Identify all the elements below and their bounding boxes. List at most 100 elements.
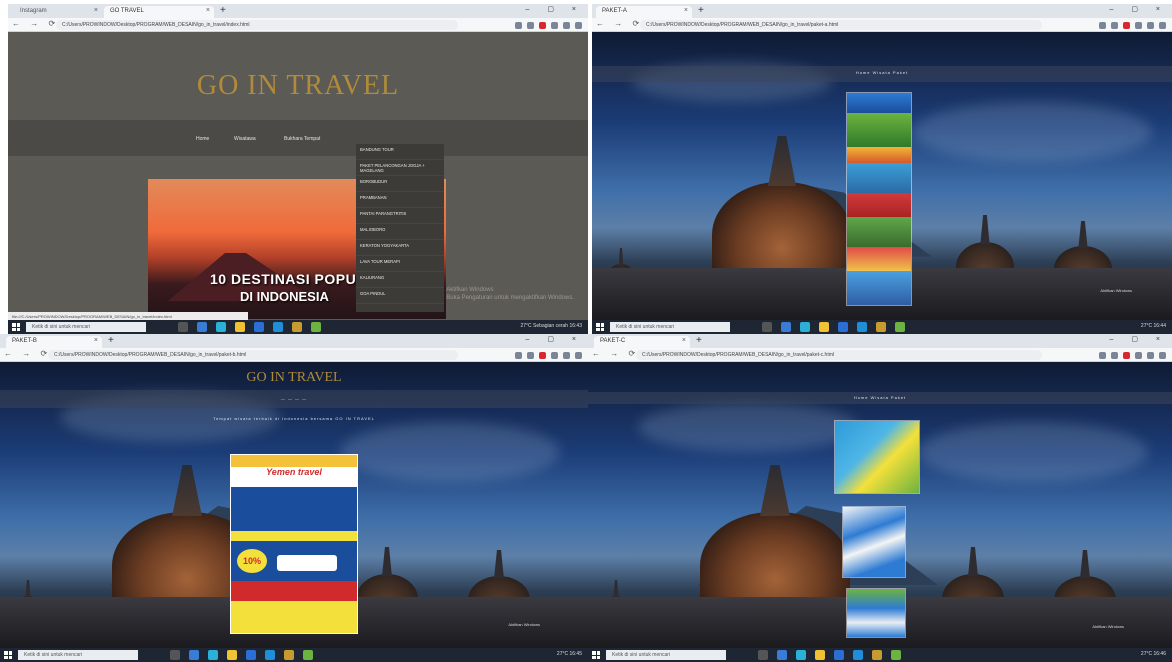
tour-package-poster — [846, 92, 912, 306]
tab-go-travel[interactable]: GO TRAVEL × — [104, 6, 214, 18]
webpage: Home Wisata Paket Aktifkan Windows — [588, 362, 1172, 648]
browser-window-home: Instagram × GO TRAVEL × + – ▢ × ← → ⟳ C:/U… — [8, 4, 588, 334]
tour-package-poster — [834, 420, 920, 494]
taskbar-apps[interactable] — [178, 322, 321, 332]
taskbar-search[interactable]: Ketik di sini untuk mencari — [18, 650, 138, 660]
browser-window-paket-b: PAKET-B × + – ▢ × ← → ⟳ C:/Users/PROWINDO… — [0, 334, 588, 662]
nav-buttons[interactable]: ← → ⟳ — [592, 349, 639, 358]
windows-start-icon[interactable] — [12, 323, 20, 331]
extension-icons[interactable] — [515, 20, 582, 30]
site-nav[interactable]: — — — — — [0, 396, 588, 401]
poster-discount: 10% — [237, 549, 267, 573]
watermark-line: Buka Pengaturan untuk mengaktifkan Windo… — [446, 295, 574, 301]
activation-watermark: Aktifkan Windows — [1092, 624, 1124, 629]
window-controls[interactable]: – ▢ × — [1110, 5, 1168, 13]
url-field[interactable]: C:/Users/PROWINDOW/Desktop/PROGRAM/WEB_D… — [640, 20, 1042, 30]
tab-strip: PAKET-C × + – ▢ × — [588, 334, 1172, 348]
url-field[interactable]: C:/Users/PROWINDOW/Desktop/PROGRAM/WEB_D… — [48, 350, 458, 360]
close-icon[interactable]: × — [94, 337, 98, 344]
taskbar-apps[interactable] — [758, 650, 901, 660]
tab-strip: Instagram × GO TRAVEL × + – ▢ × — [8, 4, 588, 18]
poster-brand: Yemen travel — [231, 467, 357, 487]
new-tab-icon[interactable]: + — [108, 335, 114, 347]
hero-heading: 10 DESTINASI POPUL — [210, 271, 366, 287]
tab-paket-b[interactable]: PAKET-B × — [6, 336, 102, 348]
status-url: file:///C:/Users/PROWINDOW/Desktop/PROGR… — [8, 312, 248, 320]
tab-strip: PAKET-B × + – ▢ × — [0, 334, 588, 348]
address-bar-row: ← → ⟳ C:/Users/PROWINDOW/Desktop/PROGRAM… — [0, 348, 588, 362]
taskbar: Ketik di sini untuk mencari 27°C 16:46 — [588, 648, 1172, 662]
system-tray[interactable]: 27°C 16:44 — [1141, 323, 1166, 329]
tab-label: PAKET-A — [602, 8, 627, 14]
windows-start-icon[interactable] — [592, 651, 600, 659]
new-tab-icon[interactable]: + — [220, 5, 226, 17]
tour-package-poster — [846, 588, 906, 638]
window-controls[interactable]: – ▢ × — [526, 335, 584, 343]
extension-icons[interactable] — [515, 350, 582, 360]
extension-icons[interactable] — [1099, 20, 1166, 30]
nav-buttons[interactable]: ← → ⟳ — [596, 19, 643, 28]
address-bar-row: ← → ⟳ C:/Users/PROWINDOW/Desktop/PROGRAM… — [8, 18, 588, 32]
new-tab-icon[interactable]: + — [696, 335, 702, 347]
tab-paket-c[interactable]: PAKET-C × — [594, 336, 690, 348]
system-tray[interactable]: 27°C 16:45 — [557, 651, 582, 657]
url-field[interactable]: C:/Users/PROWINDOW/Desktop/PROGRAM/WEB_D… — [56, 20, 458, 30]
taskbar-search[interactable]: Ketik di sini untuk mencari — [610, 322, 730, 332]
taskbar-apps[interactable] — [762, 322, 905, 332]
dropdown-item[interactable]: KERATON YOGYAKARTA — [356, 240, 444, 256]
close-icon[interactable]: × — [94, 7, 98, 14]
webpage: GO IN TRAVEL Home Wisatawa Bukhara Tempa… — [8, 32, 588, 320]
close-icon[interactable]: × — [684, 7, 688, 14]
taskbar: Ketik di sini untuk mencari 27°C 16:44 — [592, 320, 1172, 334]
tour-package-poster — [842, 506, 906, 578]
window-controls[interactable]: – ▢ × — [1110, 335, 1168, 343]
browser-window-paket-c: PAKET-C × + – ▢ × ← → ⟳ C:/Users/PROWINDO… — [588, 334, 1172, 662]
tab-label: GO TRAVEL — [110, 8, 144, 14]
tab-paket-a[interactable]: PAKET-A × — [596, 6, 692, 18]
browser-window-paket-a: PAKET-A × + – ▢ × ← → ⟳ C:/Users/PROWINDO… — [592, 4, 1172, 334]
menu-home[interactable]: Home — [196, 136, 209, 142]
page-subtitle: Tempat wisata terbaik di Indonesia bersa… — [213, 416, 375, 421]
site-title: GO IN TRAVEL — [246, 370, 342, 385]
windows-start-icon[interactable] — [4, 651, 12, 659]
system-tray[interactable]: 27°C 16:46 — [1141, 651, 1166, 657]
nav-buttons[interactable]: ← → ⟳ — [4, 349, 51, 358]
taskbar-search[interactable]: Ketik di sini untuk mencari — [606, 650, 726, 660]
menu-wisata[interactable]: Wisatawa — [234, 136, 256, 142]
taskbar-apps[interactable] — [170, 650, 313, 660]
webpage: GO IN TRAVEL — — — — Tempat wisata terba… — [0, 362, 588, 648]
site-title: GO IN TRAVEL — [196, 70, 400, 101]
dropdown-item[interactable]: BANDUNG TOUR — [356, 144, 444, 160]
address-bar-row: ← → ⟳ C:/Users/PROWINDOW/Desktop/PROGRAM… — [592, 18, 1172, 32]
address-bar-row: ← → ⟳ C:/Users/PROWINDOW/Desktop/PROGRAM… — [588, 348, 1172, 362]
system-tray[interactable]: 27°C Sebagian cerah 16:43 — [521, 323, 583, 329]
dropdown-item[interactable]: PRAMBANAN — [356, 192, 444, 208]
site-nav[interactable]: Home Wisata Paket — [592, 70, 1172, 75]
dropdown-item[interactable]: LAVA TOUR MERAPI — [356, 256, 444, 272]
close-icon[interactable]: × — [206, 7, 210, 14]
window-controls[interactable]: – ▢ × — [526, 5, 584, 13]
screenshot-collage: Instagram × GO TRAVEL × + – ▢ × ← → ⟳ C:/U… — [0, 0, 1172, 662]
taskbar-search[interactable]: Ketik di sini untuk mencari — [26, 322, 146, 332]
webpage: Home Wisata Paket Aktifkan Windows — [592, 32, 1172, 320]
tab-instagram[interactable]: Instagram × — [14, 6, 102, 18]
dropdown-item[interactable]: BOROBUDUR — [356, 176, 444, 192]
close-icon[interactable]: × — [682, 337, 686, 344]
site-nav[interactable]: Home Wisata Paket — [588, 395, 1172, 400]
extension-icons[interactable] — [1099, 350, 1166, 360]
tour-package-poster: Yemen travel 10% — [230, 454, 358, 634]
dropdown-item[interactable]: MALIOBORO — [356, 224, 444, 240]
activation-watermark: Aktifkan Windows Buka Pengaturan untuk m… — [446, 286, 574, 302]
dropdown-item[interactable]: GOA PINDUL — [356, 288, 444, 304]
main-menu: Home Wisatawa Bukhara Tempat — [8, 120, 588, 156]
new-tab-icon[interactable]: + — [698, 5, 704, 17]
dropdown-item[interactable]: PAKET PELANCONGAN JOGJA + MAGELANG — [356, 160, 444, 176]
menu-tempat[interactable]: Bukhara Tempat — [284, 136, 320, 142]
dropdown-item[interactable]: KALIURANG — [356, 272, 444, 288]
nav-buttons[interactable]: ← → ⟳ — [12, 19, 59, 28]
dropdown-item[interactable]: PANTAI PARANGTRITIS — [356, 208, 444, 224]
tab-label: Instagram — [20, 8, 47, 14]
taskbar: Ketik di sini untuk mencari 27°C 16:45 — [0, 648, 588, 662]
url-field[interactable]: C:/Users/PROWINDOW/Desktop/PROGRAM/WEB_D… — [636, 350, 1042, 360]
windows-start-icon[interactable] — [596, 323, 604, 331]
